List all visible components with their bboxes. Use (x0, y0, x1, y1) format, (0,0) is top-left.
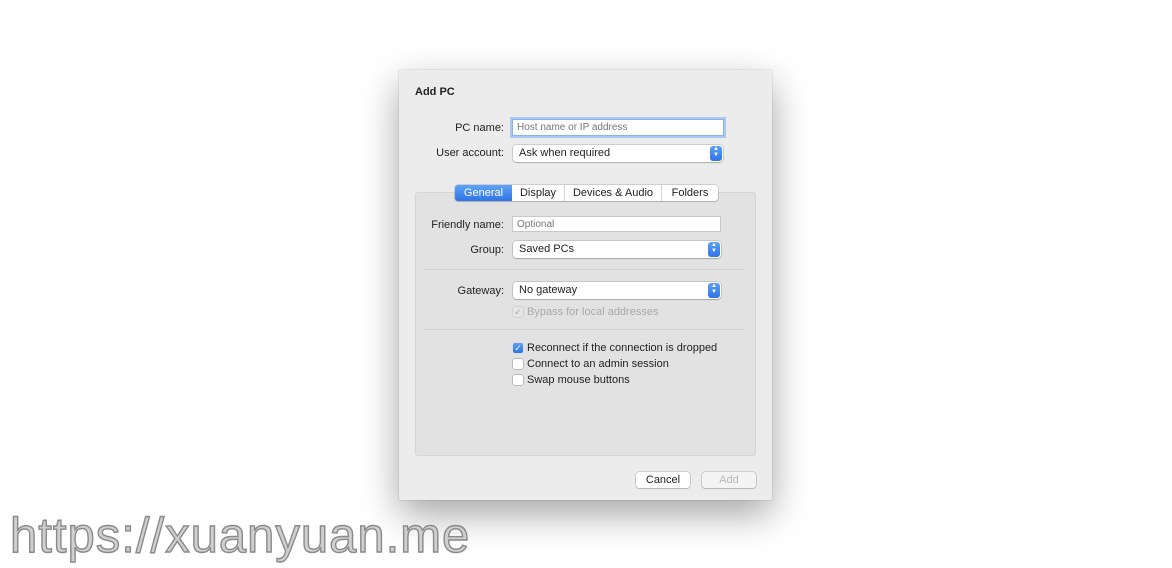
reconnect-label: Reconnect if the connection is dropped (527, 342, 718, 354)
dialog-title: Add PC (415, 86, 455, 98)
settings-tabs: General Display Devices & Audio Folders (455, 185, 718, 201)
user-account-value: Ask when required (519, 147, 611, 159)
gateway-select[interactable]: No gateway ▲ ▼ (513, 282, 721, 299)
divider (425, 329, 745, 330)
bypass-checkbox[interactable]: ✓ (513, 307, 523, 317)
reconnect-checkbox[interactable]: ✓ (513, 343, 523, 353)
add-button[interactable]: Add (702, 472, 756, 488)
tab-display[interactable]: Display (512, 185, 565, 201)
tab-general[interactable]: General (455, 185, 512, 201)
gateway-label: Gateway: (457, 285, 504, 297)
gateway-value: No gateway (519, 284, 578, 296)
swap-mouse-label: Swap mouse buttons (527, 374, 630, 386)
tab-devices-audio[interactable]: Devices & Audio (565, 185, 662, 201)
cancel-button[interactable]: Cancel (636, 472, 690, 488)
pc-name-input[interactable] (512, 119, 724, 136)
chevron-updown-icon: ▲ ▼ (708, 242, 720, 257)
pc-name-label: PC name: (455, 122, 504, 134)
user-account-select[interactable]: Ask when required ▲ ▼ (513, 145, 723, 162)
chevron-updown-icon: ▲ ▼ (710, 146, 722, 161)
swap-mouse-checkbox[interactable] (513, 375, 523, 385)
group-value: Saved PCs (519, 243, 575, 255)
admin-session-checkbox[interactable] (513, 359, 523, 369)
friendly-name-label: Friendly name: (431, 219, 504, 231)
add-pc-dialog: Add PC PC name: User account: Ask when r… (399, 70, 772, 500)
admin-session-label: Connect to an admin session (527, 358, 669, 370)
group-select[interactable]: Saved PCs ▲ ▼ (513, 241, 721, 258)
chevron-updown-icon: ▲ ▼ (708, 283, 720, 298)
group-label: Group: (470, 244, 504, 256)
friendly-name-input[interactable] (512, 216, 721, 232)
divider (425, 269, 745, 270)
user-account-label: User account: (436, 147, 504, 159)
watermark: https://xuanyuan.me (9, 508, 471, 563)
bypass-label: Bypass for local addresses (527, 306, 659, 318)
tab-folders[interactable]: Folders (662, 185, 718, 201)
